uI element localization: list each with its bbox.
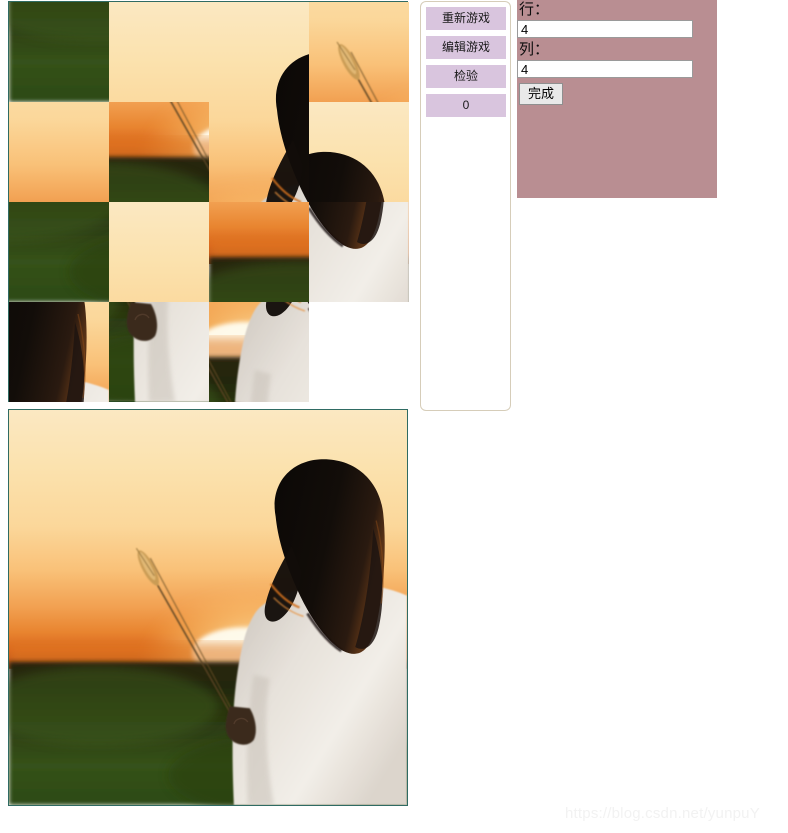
puzzle-tile[interactable] — [209, 202, 309, 302]
puzzle-tile[interactable] — [309, 202, 409, 302]
reference-image — [8, 409, 408, 806]
puzzle-tile[interactable] — [309, 2, 409, 102]
control-panel: 重新游戏 编辑游戏 检验 0 — [420, 1, 511, 411]
cols-label: 列： — [519, 41, 550, 58]
rows-input[interactable] — [517, 20, 693, 38]
puzzle-tile[interactable] — [9, 102, 109, 202]
puzzle-tile[interactable] — [109, 302, 209, 402]
puzzle-tile[interactable] — [209, 102, 309, 202]
puzzle-tile-empty — [309, 302, 409, 402]
edit-game-button[interactable]: 编辑游戏 — [426, 36, 506, 59]
puzzle-board[interactable] — [8, 1, 409, 402]
check-button[interactable]: 检验 — [426, 65, 506, 88]
puzzle-tile[interactable] — [109, 2, 209, 102]
puzzle-tile[interactable] — [9, 2, 109, 102]
puzzle-tile[interactable] — [9, 202, 109, 302]
puzzle-tile[interactable] — [109, 102, 209, 202]
puzzle-tile[interactable] — [209, 302, 309, 402]
cols-input[interactable] — [517, 60, 693, 78]
watermark: https://blog.csdn.net/yunpuY — [565, 805, 760, 822]
rows-label: 行： — [519, 1, 550, 18]
move-counter: 0 — [426, 94, 506, 117]
restart-game-button[interactable]: 重新游戏 — [426, 7, 506, 30]
settings-panel: 行： 列： 完成 — [517, 0, 717, 198]
puzzle-tile[interactable] — [309, 102, 409, 202]
puzzle-tile[interactable] — [109, 202, 209, 302]
done-button[interactable]: 完成 — [519, 83, 564, 105]
puzzle-tile[interactable] — [209, 2, 309, 102]
puzzle-tile[interactable] — [9, 302, 109, 402]
sunset-silhouette-photo — [9, 410, 407, 805]
